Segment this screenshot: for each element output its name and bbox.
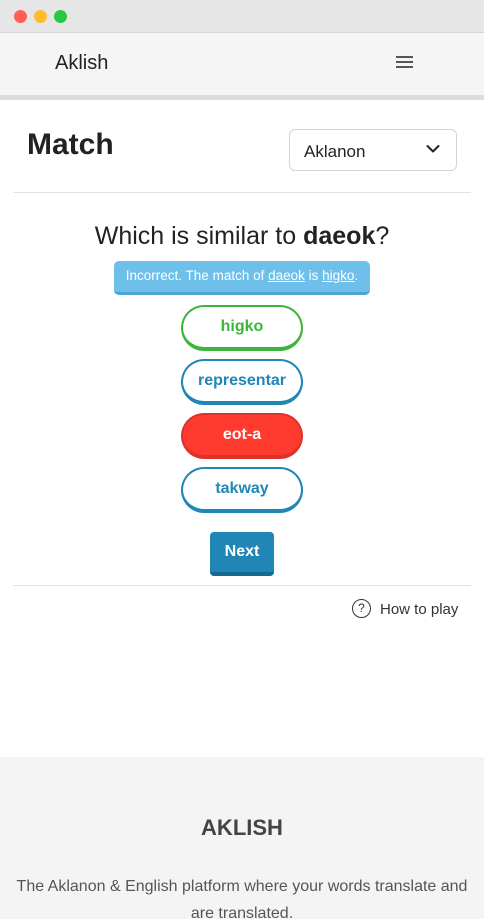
footer-title: AKLISH — [201, 815, 283, 840]
feedback-answer-link[interactable]: higko — [322, 268, 354, 283]
quiz-divider — [13, 585, 471, 586]
language-select-value: Aklanon — [304, 142, 366, 161]
question-prefix: Which is similar to — [94, 222, 304, 250]
feedback-word-link[interactable]: daeok — [268, 268, 305, 283]
footer-description: The Aklanon & English platform where you… — [16, 878, 468, 919]
feedback-middle: is — [304, 268, 323, 283]
window-titlebar — [0, 0, 484, 33]
navbar-shadow — [0, 95, 484, 100]
choice-button[interactable]: representar — [181, 359, 303, 405]
choice-button-wrong[interactable]: eot-a — [181, 413, 303, 459]
minimize-window-button[interactable] — [34, 10, 47, 23]
chevron-down-icon — [426, 145, 440, 153]
feedback-prefix: Incorrect. The match of — [125, 268, 269, 283]
header-divider — [13, 192, 471, 193]
page-title: Match — [27, 128, 114, 161]
question-word: daeok — [303, 222, 376, 250]
feedback-banner: Incorrect. The match of daeok is higko. — [114, 261, 370, 295]
close-window-button[interactable] — [14, 10, 27, 23]
question-circle-icon: ? — [352, 599, 371, 618]
feedback-suffix: . — [354, 268, 359, 283]
next-button[interactable]: Next — [210, 532, 274, 576]
choice-button[interactable]: takway — [181, 467, 303, 513]
maximize-window-button[interactable] — [54, 10, 67, 23]
how-to-play-label: How to play — [380, 601, 459, 618]
hamburger-icon[interactable] — [396, 54, 414, 70]
question-suffix: ? — [375, 222, 390, 250]
language-select[interactable]: Aklanon — [289, 129, 457, 171]
quiz-question: Which is similar to daeok? — [0, 222, 484, 251]
brand-logo[interactable]: Aklish — [55, 52, 108, 75]
footer: AKLISH The Aklanon & English platform wh… — [0, 757, 484, 919]
choice-button-correct[interactable]: higko — [181, 305, 303, 351]
